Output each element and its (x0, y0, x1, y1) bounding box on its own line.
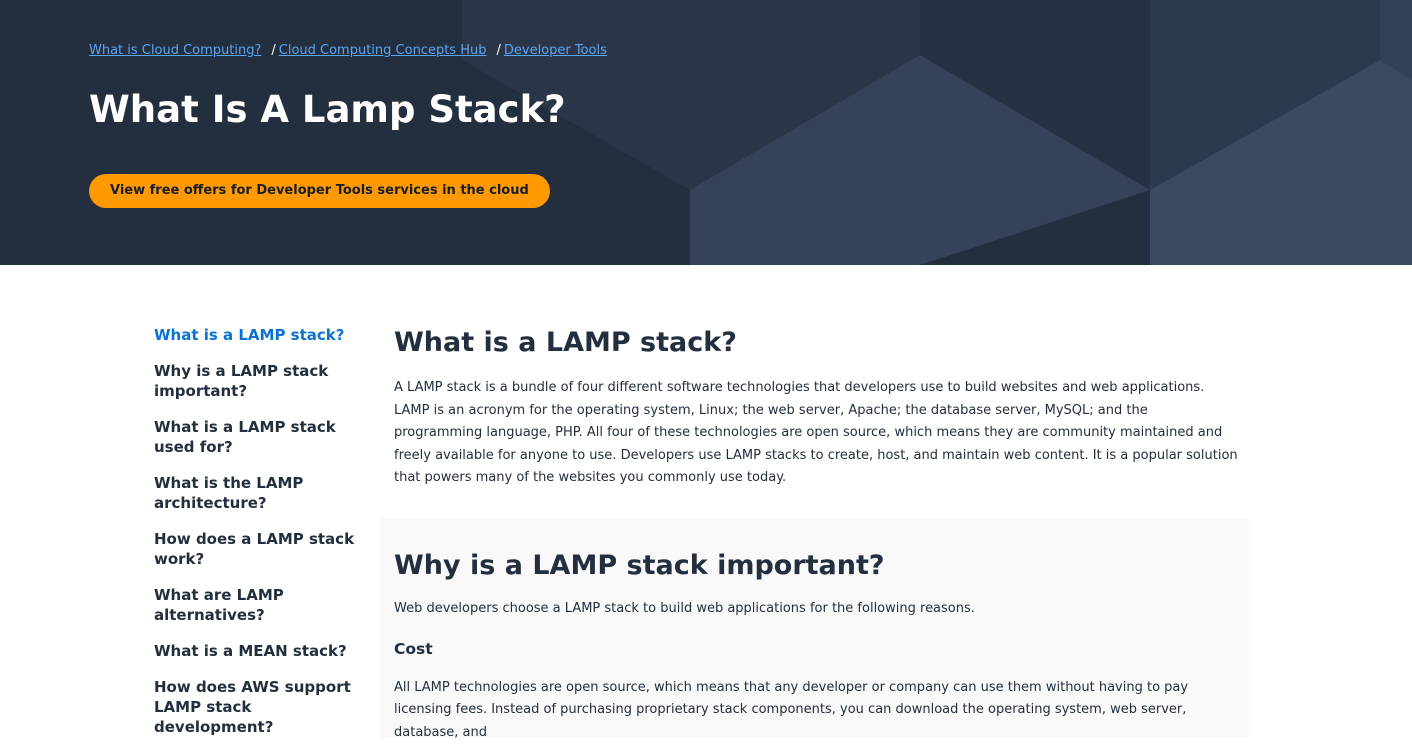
breadcrumb-link-concepts-hub[interactable]: Cloud Computing Concepts Hub (279, 43, 487, 58)
breadcrumb-separator: / (271, 43, 276, 58)
toc-item-used-for[interactable]: What is a LAMP stack used for? (154, 417, 376, 457)
breadcrumb-link-developer-tools[interactable]: Developer Tools (504, 43, 607, 58)
section-intro: Web developers choose a LAMP stack to bu… (394, 601, 975, 616)
breadcrumb: What is Cloud Computing? / Cloud Computing… (89, 43, 607, 58)
section-body: A LAMP stack is a bundle of four differe… (394, 380, 1238, 485)
page-title: What Is A Lamp Stack? (89, 88, 566, 131)
breadcrumb-separator: / (496, 43, 501, 58)
toc-item-how-it-works[interactable]: How does a LAMP stack work? (154, 529, 376, 569)
hero-banner: What is Cloud Computing? / Cloud Computing… (0, 0, 1412, 265)
section-body: All LAMP technologies are open source, w… (394, 679, 1189, 740)
section-why-important: Why is a LAMP stack important? Web devel… (379, 518, 1249, 740)
toc-item-alternatives[interactable]: What are LAMP alternatives? (154, 585, 376, 625)
breadcrumb-link-cloud-computing[interactable]: What is Cloud Computing? (89, 43, 261, 58)
hero-background-pattern (462, 0, 1412, 265)
toc-item-why-important[interactable]: Why is a LAMP stack important? (154, 361, 376, 401)
subheading-cost: Cost (394, 639, 433, 658)
section-title: Why is a LAMP stack important? (394, 550, 885, 581)
section-what-is-lamp: What is a LAMP stack? A LAMP stack is a … (394, 325, 1239, 490)
toc-item-aws-support[interactable]: How does AWS support LAMP stack developm… (154, 677, 376, 737)
free-offers-button[interactable]: View free offers for Developer Tools ser… (89, 174, 550, 208)
toc-item-architecture[interactable]: What is the LAMP architecture? (154, 473, 376, 513)
table-of-contents: What is a LAMP stack? Why is a LAMP stac… (154, 325, 376, 753)
toc-item-what-is-lamp[interactable]: What is a LAMP stack? (154, 325, 376, 345)
section-title: What is a LAMP stack? (394, 327, 737, 358)
toc-item-mean-stack[interactable]: What is a MEAN stack? (154, 641, 376, 661)
